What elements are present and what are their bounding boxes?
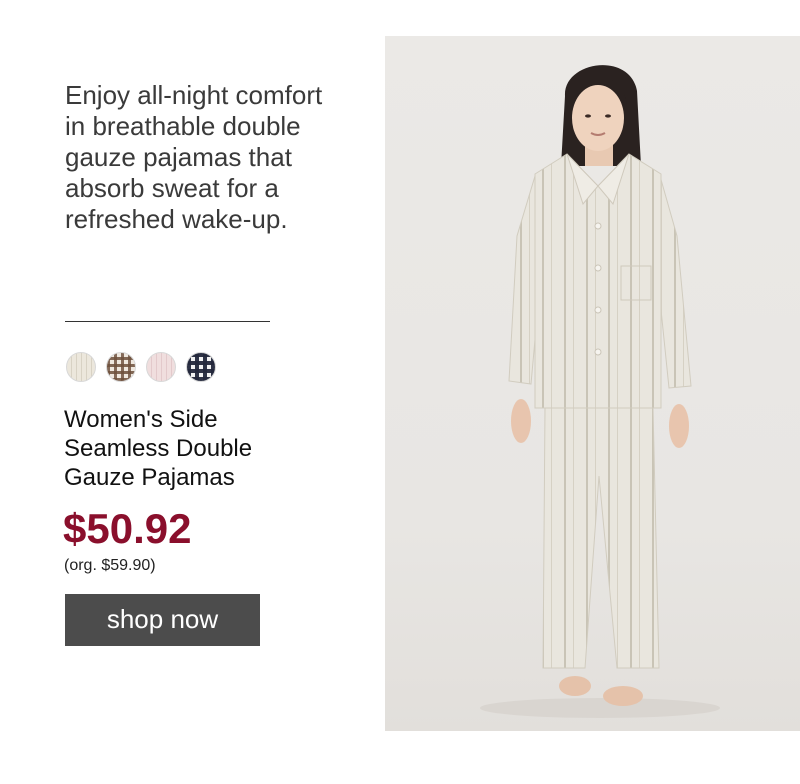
sale-price: $50.92 — [63, 505, 192, 552]
original-price: (org. $59.90) — [64, 557, 156, 574]
pink-stripe-swatch[interactable] — [146, 352, 176, 382]
promo-description: Enjoy all-night comfort in breathable do… — [65, 80, 323, 234]
ivory-stripe-swatch[interactable] — [66, 352, 96, 382]
divider — [65, 321, 270, 322]
shop-now-button[interactable]: shop now — [65, 594, 260, 646]
product-name[interactable]: Women's Side Seamless Double Gauze Pajam… — [64, 405, 304, 492]
navy-check-swatch[interactable] — [186, 352, 216, 382]
model-illustration — [480, 65, 720, 718]
color-swatches — [66, 352, 216, 382]
product-photo[interactable] — [385, 36, 800, 731]
brown-check-swatch[interactable] — [106, 352, 136, 382]
